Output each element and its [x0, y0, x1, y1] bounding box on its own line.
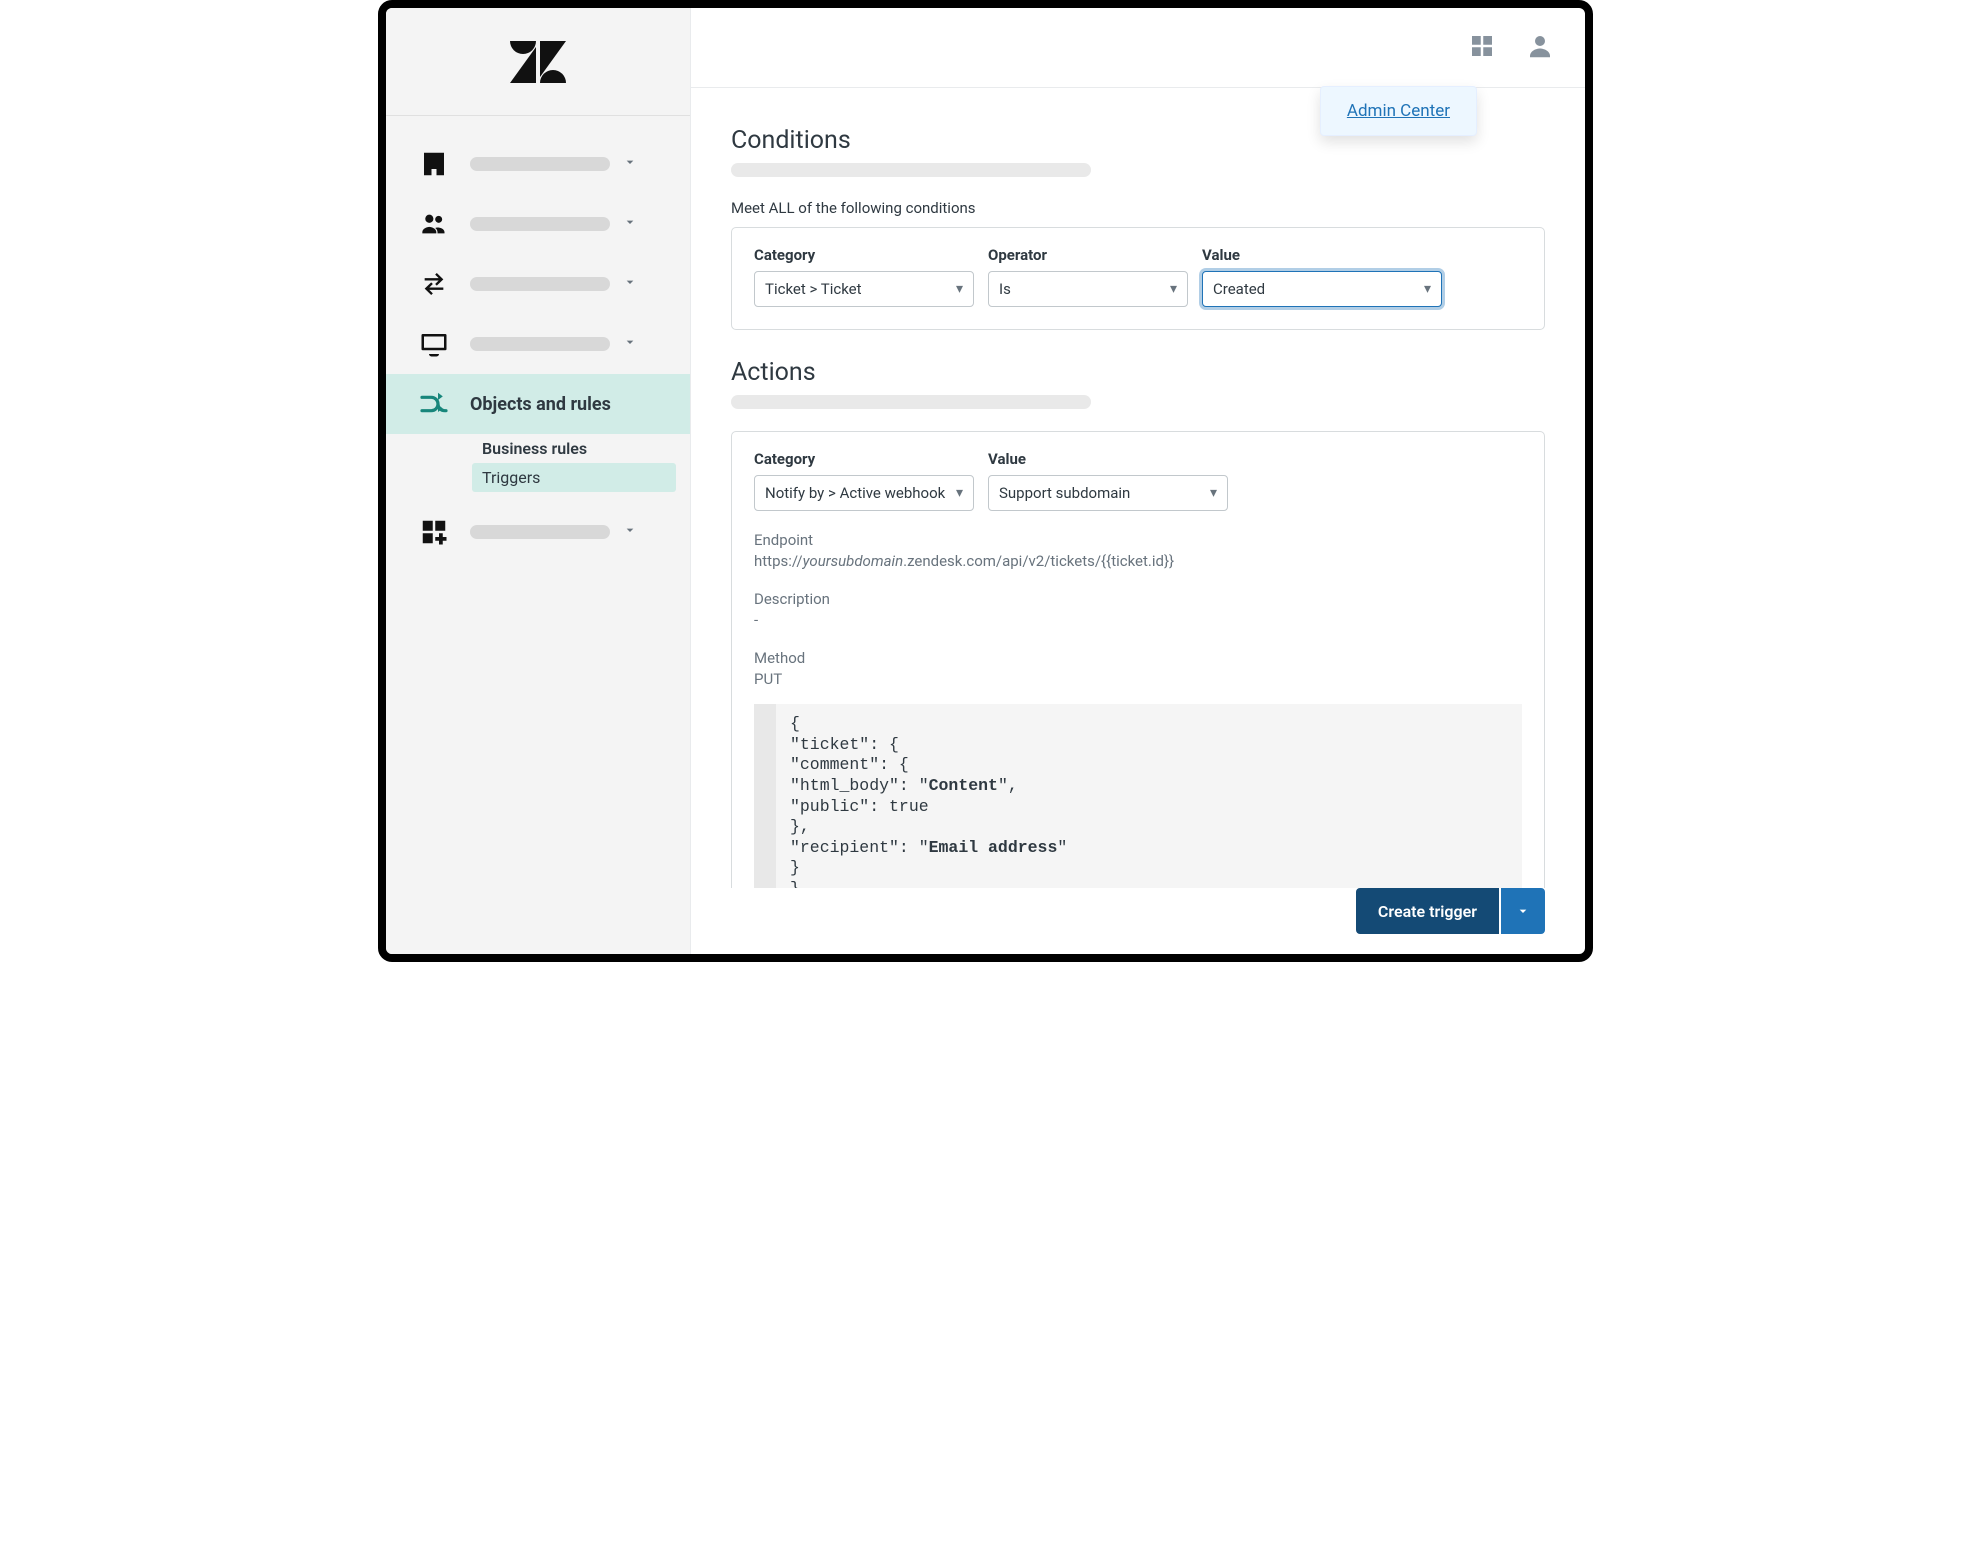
select-value: Support subdomain: [999, 484, 1130, 502]
chevron-down-icon: ▾: [956, 485, 963, 501]
app-frame: Objects and rules Business rules Trigger…: [378, 0, 1593, 962]
nav-item-people[interactable]: [386, 194, 690, 254]
footer: Create trigger: [691, 888, 1585, 954]
conditions-panel: Category Ticket > Ticket ▾ Operator Is ▾: [731, 227, 1545, 330]
action-category-field: Category Notify by > Active webhook ▾: [754, 450, 974, 511]
description-row: Description -: [754, 590, 1522, 629]
nav-placeholder: [470, 525, 610, 539]
nav-item-apps[interactable]: [386, 502, 690, 562]
condition-value-select[interactable]: Created ▾: [1202, 271, 1442, 307]
building-icon: [414, 149, 454, 179]
description-value: -: [754, 611, 1522, 629]
user-avatar-icon[interactable]: [1525, 31, 1555, 65]
actions-title: Actions: [731, 358, 1545, 387]
zendesk-logo-icon: [510, 41, 566, 83]
subnav-triggers[interactable]: Triggers: [472, 463, 676, 492]
content: Conditions Meet ALL of the following con…: [691, 88, 1585, 888]
nav-item-workspaces[interactable]: [386, 314, 690, 374]
chevron-down-icon: ▾: [1210, 485, 1217, 501]
category-label: Category: [754, 246, 974, 264]
action-value-select[interactable]: Support subdomain ▾: [988, 475, 1228, 511]
arrows-icon: [414, 270, 454, 298]
description-label: Description: [754, 590, 1522, 608]
category-label: Category: [754, 450, 974, 468]
action-category-select[interactable]: Notify by > Active webhook ▾: [754, 475, 974, 511]
nav-placeholder: [470, 157, 610, 171]
nav-placeholder: [470, 337, 610, 351]
create-trigger-dropdown[interactable]: [1501, 888, 1545, 934]
chevron-down-icon: [622, 522, 638, 542]
actions-subtitle-placeholder: [731, 395, 1091, 409]
apps-add-icon: [414, 517, 454, 547]
select-value: Ticket > Ticket: [765, 280, 862, 298]
endpoint-label: Endpoint: [754, 531, 1522, 549]
nav-item-channels[interactable]: [386, 254, 690, 314]
conditions-subtitle-placeholder: [731, 163, 1091, 177]
select-value: Notify by > Active webhook: [765, 484, 945, 502]
products-grid-icon[interactable]: [1467, 31, 1497, 65]
operator-label: Operator: [988, 246, 1188, 264]
value-label: Value: [988, 450, 1228, 468]
condition-operator-select[interactable]: Is ▾: [988, 271, 1188, 307]
chevron-down-icon: [622, 214, 638, 234]
condition-category-select[interactable]: Ticket > Ticket ▾: [754, 271, 974, 307]
sidebar: Objects and rules Business rules Trigger…: [386, 8, 691, 954]
select-value: Created: [1213, 280, 1265, 298]
create-trigger-button[interactable]: Create trigger: [1356, 888, 1499, 934]
condition-value-field: Value Created ▾: [1202, 246, 1442, 307]
chevron-down-icon: ▾: [956, 281, 963, 297]
logo-area: [386, 8, 690, 116]
chevron-down-icon: [622, 334, 638, 354]
conditions-title: Conditions: [731, 126, 1545, 155]
value-label: Value: [1202, 246, 1442, 264]
meet-all-label: Meet ALL of the following conditions: [731, 199, 1545, 217]
method-label: Method: [754, 649, 1522, 667]
method-row: Method PUT: [754, 649, 1522, 688]
subnav-business-rules[interactable]: Business rules: [472, 434, 676, 463]
action-value-field: Value Support subdomain ▾: [988, 450, 1228, 511]
condition-category-field: Category Ticket > Ticket ▾: [754, 246, 974, 307]
select-value: Is: [999, 280, 1011, 298]
flow-icon: [414, 388, 454, 420]
main: Admin Center Conditions Meet ALL of the …: [691, 8, 1585, 954]
monitor-icon: [414, 329, 454, 359]
endpoint-value: https://yoursubdomain.zendesk.com/api/v2…: [754, 552, 1522, 570]
people-icon: [414, 210, 454, 238]
nav: Objects and rules Business rules Trigger…: [386, 116, 690, 562]
nav-label: Objects and rules: [470, 394, 670, 415]
chevron-down-icon: ▾: [1170, 281, 1177, 297]
nav-item-objects-rules[interactable]: Objects and rules: [386, 374, 690, 434]
nav-placeholder: [470, 277, 610, 291]
create-trigger-split-button: Create trigger: [1356, 888, 1545, 934]
chevron-down-icon: ▾: [1424, 281, 1431, 297]
json-body-code: { "ticket": { "comment": { "html_body": …: [754, 704, 1522, 888]
chevron-down-icon: [622, 274, 638, 294]
topbar: Admin Center: [691, 8, 1585, 88]
sub-nav: Business rules Triggers: [386, 434, 690, 502]
condition-operator-field: Operator Is ▾: [988, 246, 1188, 307]
method-value: PUT: [754, 670, 1522, 688]
nav-item-account[interactable]: [386, 134, 690, 194]
nav-placeholder: [470, 217, 610, 231]
endpoint-row: Endpoint https://yoursubdomain.zendesk.c…: [754, 531, 1522, 570]
actions-panel: Category Notify by > Active webhook ▾ Va…: [731, 431, 1545, 888]
chevron-down-icon: [622, 154, 638, 174]
